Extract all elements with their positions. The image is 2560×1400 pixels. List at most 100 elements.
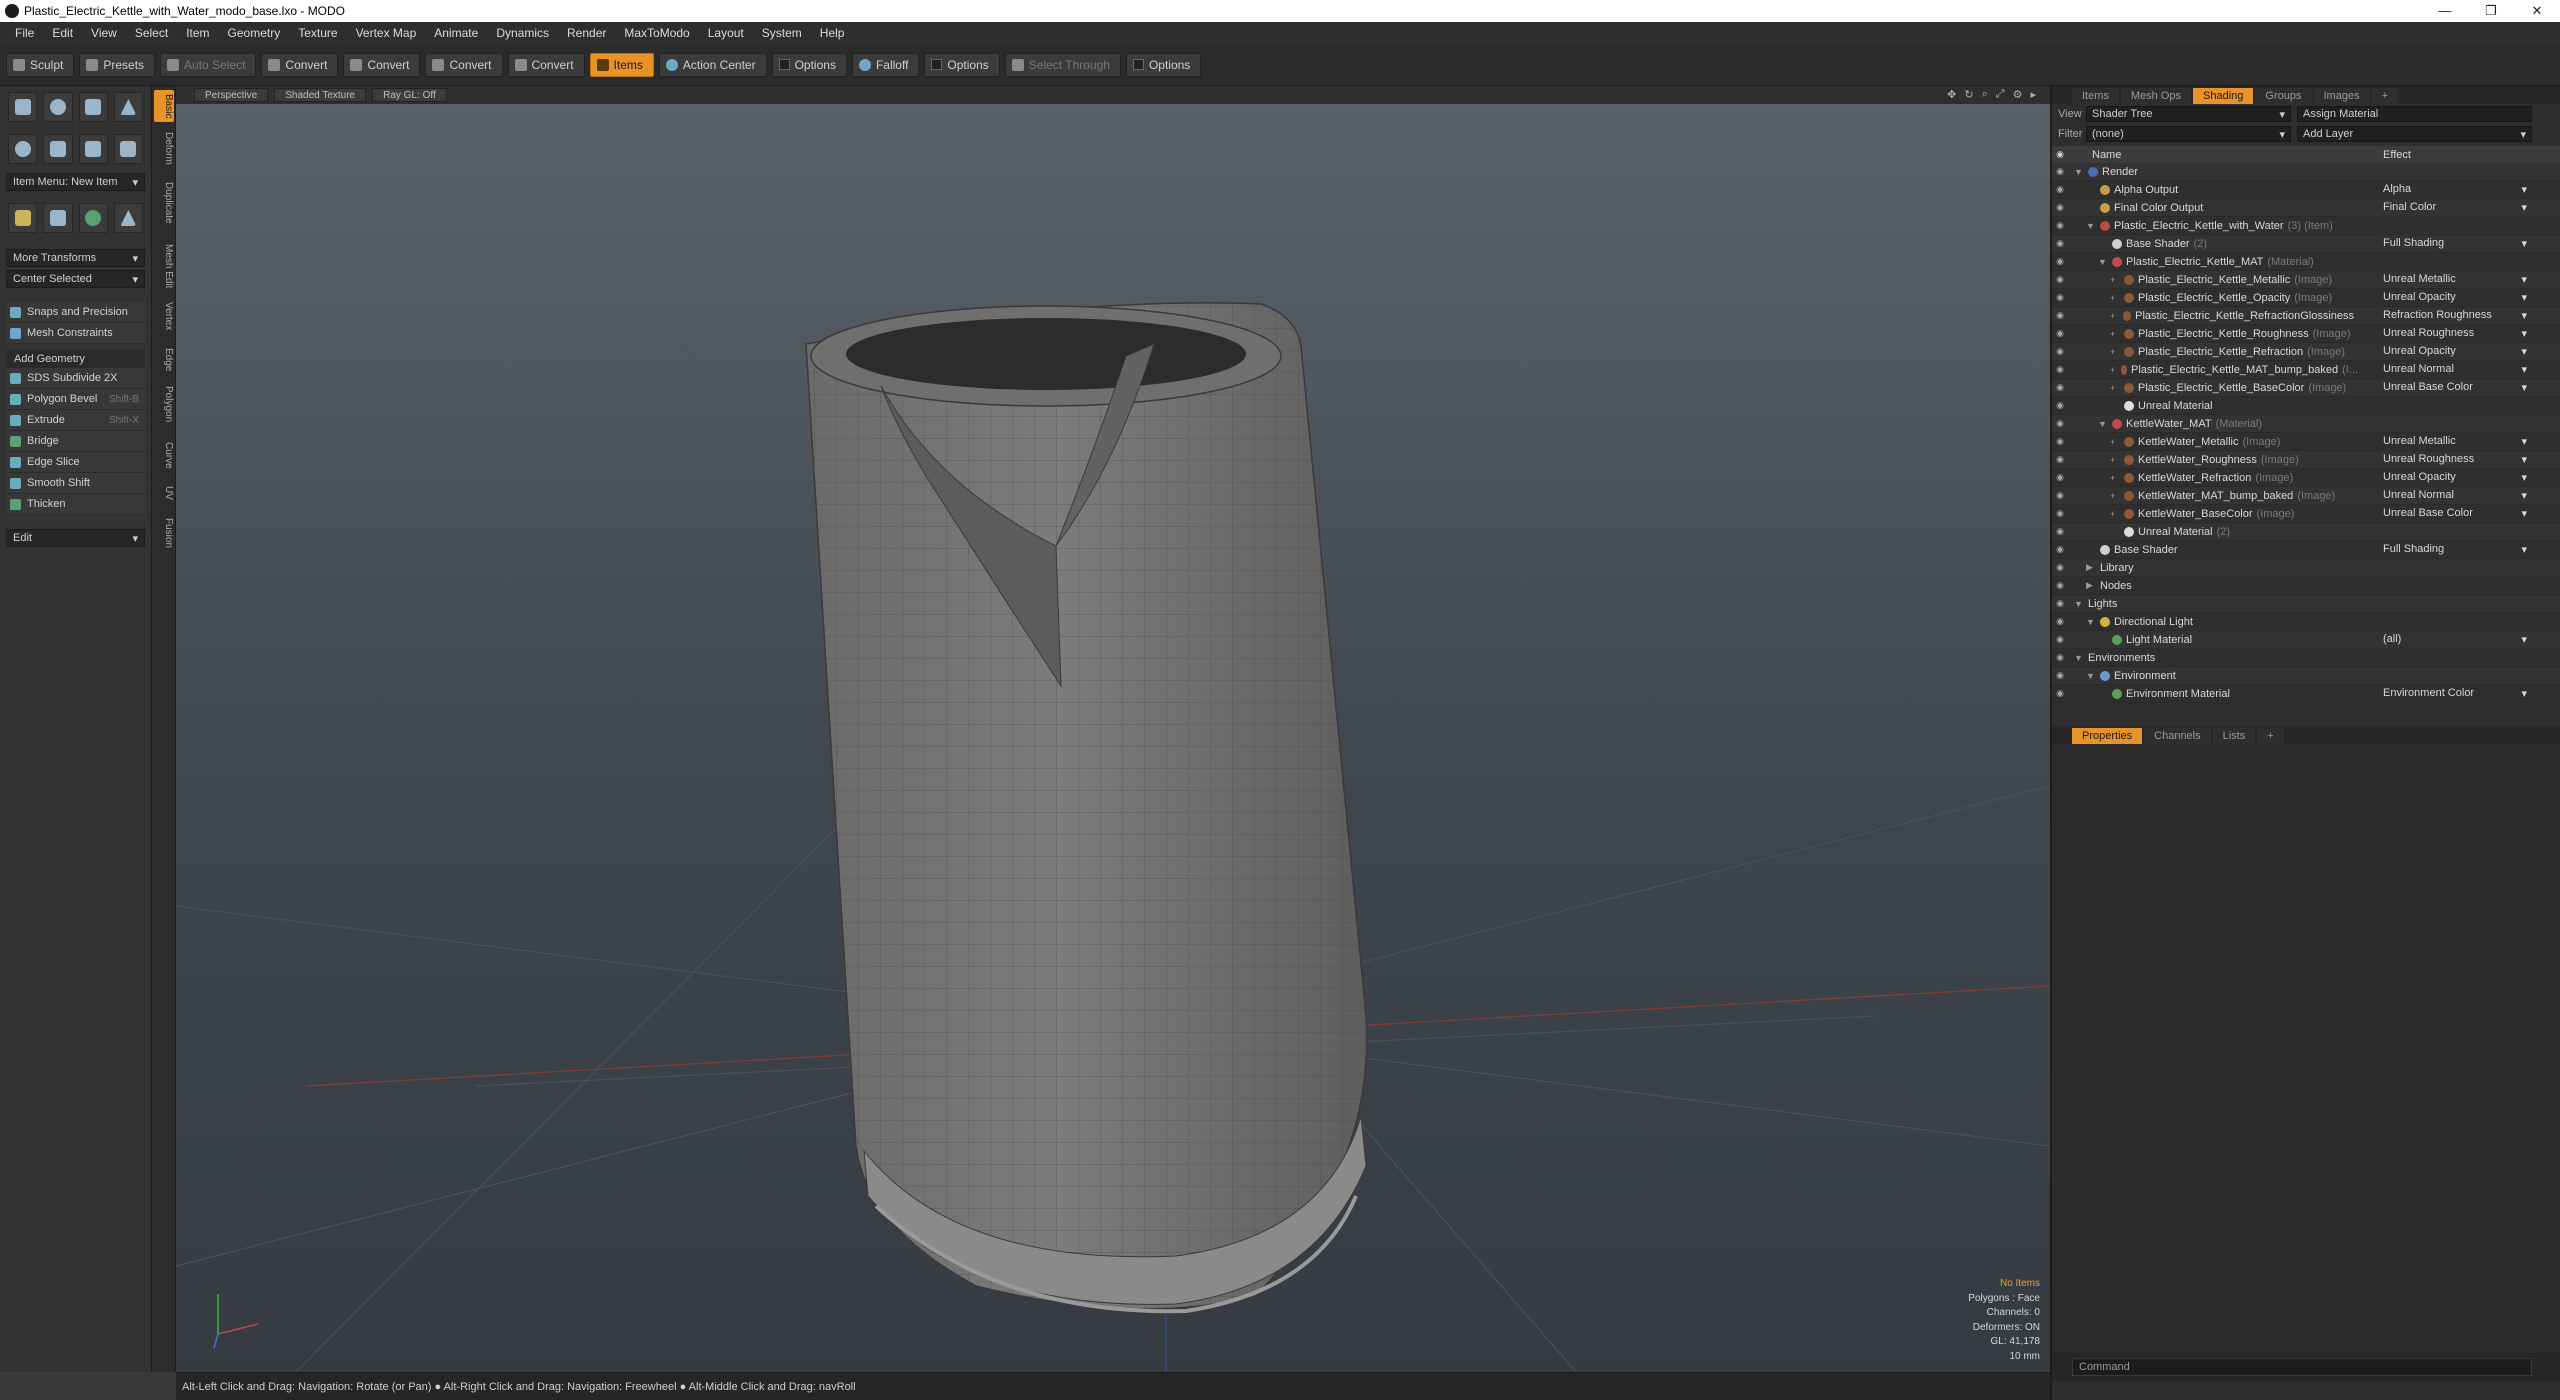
visibility-eye-icon[interactable]: ◉ [2052, 418, 2068, 429]
visibility-eye-icon[interactable]: ◉ [2052, 220, 2068, 231]
tab-mesh-ops[interactable]: Mesh Ops [2120, 88, 2192, 104]
visibility-eye-icon[interactable]: ◉ [2052, 364, 2068, 375]
zoom-icon[interactable]: ⌕ [1982, 88, 1988, 101]
sphere-tool[interactable] [43, 92, 73, 122]
visibility-eye-icon[interactable]: ◉ [2052, 634, 2068, 645]
add-layer-dropdown[interactable]: Add Layer ▾ [2297, 126, 2532, 142]
menu-select[interactable]: Select [126, 26, 177, 40]
menu-dynamics[interactable]: Dynamics [487, 26, 558, 40]
visibility-eye-icon[interactable]: ◉ [2052, 670, 2068, 681]
scale-tool[interactable] [113, 203, 143, 233]
tool-sds-subdivide[interactable]: SDS Subdivide 2X [6, 368, 145, 389]
tree-row[interactable]: ◉ Unreal Material [2052, 397, 2560, 415]
tree-row[interactable]: ◉ ▼ Environments [2052, 649, 2560, 667]
vtab-basic[interactable]: Basic [154, 90, 174, 123]
effect-cell[interactable]: Unreal Base Color ▾ [2383, 507, 2533, 520]
tree-row[interactable]: ◉ Unreal Material (2) [2052, 523, 2560, 541]
visibility-eye-icon[interactable]: ◉ [2052, 454, 2068, 465]
effect-cell[interactable]: Alpha ▾ [2383, 183, 2533, 196]
move-tool[interactable] [8, 203, 38, 233]
visibility-eye-icon[interactable]: ◉ [2052, 202, 2068, 213]
convert-vertices-button[interactable]: Convert [261, 52, 339, 77]
expand-arrow-icon[interactable]: + [2110, 509, 2120, 519]
tool-bridge[interactable]: Bridge [6, 431, 145, 452]
more-transforms-dropdown[interactable]: More Transforms ▾ [6, 249, 145, 267]
tree-row[interactable]: ◉ ▼ Lights [2052, 595, 2560, 613]
visibility-eye-icon[interactable]: ◉ [2052, 310, 2068, 321]
pen-tool[interactable] [78, 134, 108, 164]
expand-arrow-icon[interactable]: ▼ [2086, 671, 2096, 681]
menu-maxtomodo[interactable]: MaxToModo [615, 26, 698, 40]
tree-row[interactable]: ◉ + KettleWater_BaseColor (Image) Unreal Bas… [2052, 505, 2560, 523]
expand-arrow-icon[interactable]: + [2110, 311, 2119, 321]
visibility-eye-icon[interactable]: ◉ [2052, 652, 2068, 663]
sculpt-button[interactable]: Sculpt [6, 52, 75, 77]
tree-row[interactable]: ◉ + KettleWater_Refraction (Image) Unreal Op… [2052, 469, 2560, 487]
restore-button[interactable]: ❐ [2468, 3, 2514, 19]
tree-row[interactable]: ◉ Environment Material Environment Color ▾ [2052, 685, 2560, 703]
tab-groups[interactable]: Groups [2255, 88, 2312, 104]
menu-system[interactable]: System [753, 26, 811, 40]
effect-cell[interactable]: Refraction Roughness ▾ [2383, 309, 2533, 322]
expand-arrow-icon[interactable]: + [2110, 365, 2117, 375]
convert-edges-button[interactable]: Convert [343, 52, 421, 77]
visibility-eye-icon[interactable]: ◉ [2052, 256, 2068, 267]
tool-polygon-bevel[interactable]: Polygon Bevel Shift-B [6, 389, 145, 410]
effect-cell[interactable]: Unreal Opacity ▾ [2383, 345, 2533, 358]
cylinder-tool[interactable] [78, 92, 108, 122]
effect-cell[interactable]: Full Shading ▾ [2383, 237, 2533, 250]
select-through-options[interactable]: Options [1125, 52, 1202, 77]
tree-row[interactable]: ◉ + Plastic_Electric_Kettle_BaseColor (Imag… [2052, 379, 2560, 397]
tree-row[interactable]: ◉ ▶ Library [2052, 559, 2560, 577]
tree-row[interactable]: ◉ ▼ KettleWater_MAT (Material) [2052, 415, 2560, 433]
visibility-eye-icon[interactable]: ◉ [2052, 508, 2068, 519]
visibility-eye-icon[interactable]: ◉ [2052, 580, 2068, 591]
convert-materials-button[interactable]: Convert [507, 52, 585, 77]
visibility-eye-icon[interactable]: ◉ [2052, 292, 2068, 303]
add-properties-tab-button[interactable]: + [2257, 728, 2284, 744]
tree-row[interactable]: ◉ ▼ Directional Light [2052, 613, 2560, 631]
tool-thicken[interactable]: Thicken [6, 494, 145, 515]
cube-tool[interactable] [8, 92, 38, 122]
assign-material-button[interactable]: Assign Material [2297, 106, 2532, 122]
effect-cell[interactable]: Unreal Normal ▾ [2383, 489, 2533, 502]
tool-extrude[interactable]: Extrude Shift-X [6, 410, 145, 431]
items-mode-button[interactable]: Items [589, 52, 654, 77]
expand-arrow-icon[interactable]: + [2110, 347, 2120, 357]
menu-texture[interactable]: Texture [289, 26, 346, 40]
add-tab-button[interactable]: + [2371, 88, 2399, 104]
expand-arrow-icon[interactable]: ▼ [2086, 221, 2096, 231]
visibility-eye-icon[interactable]: ◉ [2052, 382, 2068, 393]
expand-arrow-icon[interactable]: + [2110, 329, 2120, 339]
menu-item[interactable]: Item [177, 26, 218, 40]
tab-channels[interactable]: Channels [2144, 728, 2211, 744]
action-center-options[interactable]: Options [771, 52, 847, 77]
tree-row[interactable]: ◉ ▼ Plastic_Electric_Kettle_with_Water (3) … [2052, 217, 2560, 235]
visibility-eye-icon[interactable]: ◉ [2052, 472, 2068, 483]
tree-row[interactable]: ◉ ▼ Environment [2052, 667, 2560, 685]
menu-view[interactable]: View [82, 26, 126, 40]
visibility-eye-icon[interactable]: ◉ [2052, 616, 2068, 627]
close-button[interactable]: ✕ [2514, 3, 2560, 19]
visibility-eye-icon[interactable]: ◉ [2052, 490, 2068, 501]
effect-cell[interactable]: Unreal Metallic ▾ [2383, 435, 2533, 448]
vtab-duplicate[interactable]: Duplicate [154, 178, 174, 228]
effect-cell[interactable]: (all) ▾ [2383, 633, 2533, 646]
effect-column-header[interactable]: Effect [2383, 149, 2411, 161]
command-input[interactable]: Command [2072, 1358, 2532, 1376]
expand-arrow-icon[interactable]: ▼ [2074, 167, 2084, 177]
tab-lists[interactable]: Lists [2212, 728, 2256, 744]
vtab-vertex[interactable]: Vertex [154, 298, 174, 334]
name-column-header[interactable]: Name [2068, 149, 2383, 161]
tab-shading[interactable]: Shading [2193, 88, 2254, 104]
menu-edit[interactable]: Edit [43, 26, 82, 40]
expand-icon[interactable]: ▸ [2030, 88, 2036, 101]
menu-help[interactable]: Help [811, 26, 854, 40]
pan-icon[interactable]: ✥ [1947, 88, 1956, 101]
vtab-fusion[interactable]: Fusion [154, 514, 174, 552]
expand-arrow-icon[interactable]: ▼ [2098, 257, 2108, 267]
expand-arrow-icon[interactable]: ▶ [2086, 580, 2096, 591]
menu-render[interactable]: Render [558, 26, 615, 40]
effect-cell[interactable]: Unreal Roughness ▾ [2383, 453, 2533, 466]
visibility-eye-icon[interactable]: ◉ [2052, 184, 2068, 195]
